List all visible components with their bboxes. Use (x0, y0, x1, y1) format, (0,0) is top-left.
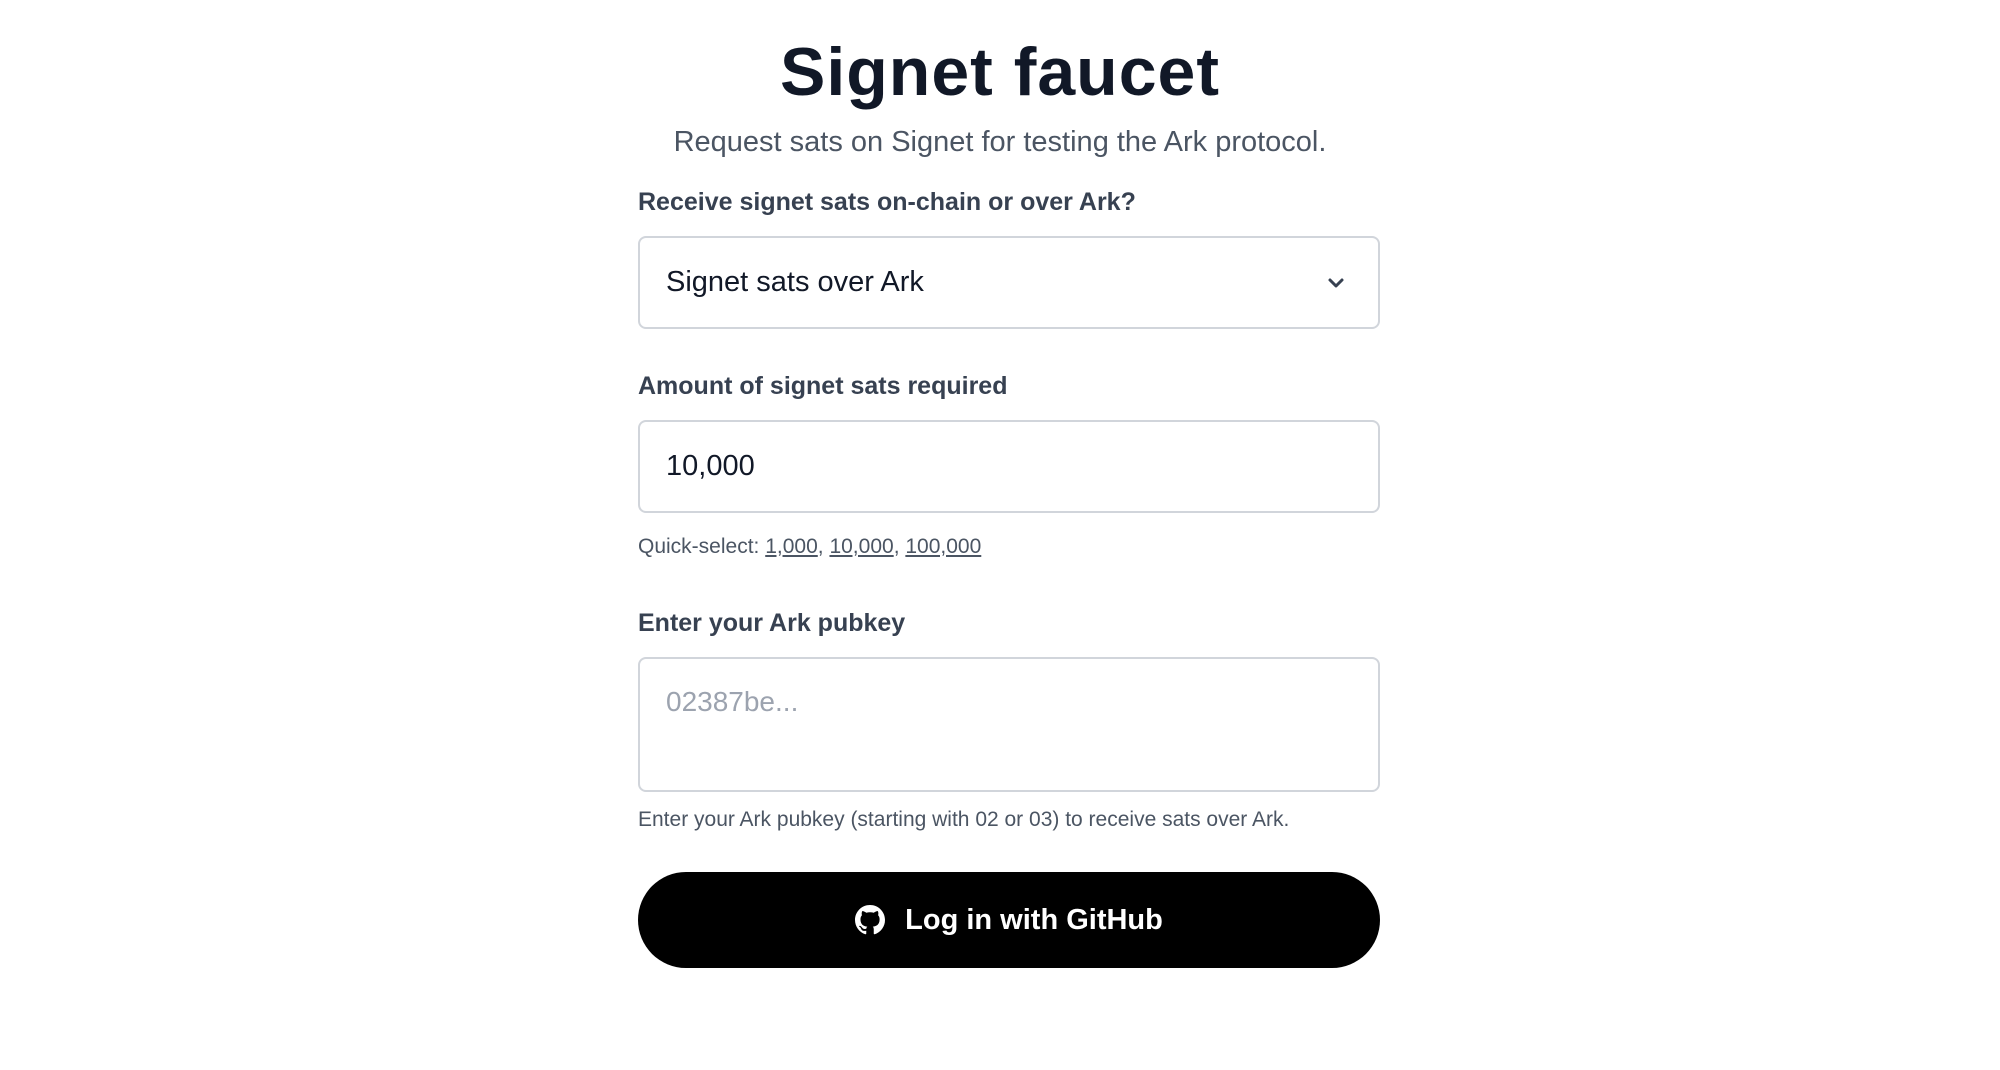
login-button-label: Log in with GitHub (905, 904, 1163, 936)
receive-method-select[interactable]: Signet sats over Ark (638, 236, 1380, 329)
page-subtitle: Request sats on Signet for testing the A… (673, 126, 1327, 158)
chevron-down-icon (1328, 278, 1344, 288)
amount-label: Amount of signet sats required (638, 372, 1008, 400)
pubkey-label: Enter your Ark pubkey (638, 609, 906, 637)
page: Signet faucet Request sats on Signet for… (0, 0, 2000, 1070)
receive-method-label: Receive signet sats on-chain or over Ark… (638, 188, 1136, 216)
quick-select-option-100000[interactable]: 100,000 (905, 535, 981, 558)
faucet-form: Receive signet sats on-chain or over Ark… (638, 186, 1380, 968)
pubkey-input[interactable]: 02387be... (638, 657, 1380, 792)
github-icon (855, 905, 886, 935)
receive-method-selected-value: Signet sats over Ark (666, 266, 924, 298)
login-with-github-button[interactable]: Log in with GitHub (638, 872, 1380, 968)
quick-select-option-1000[interactable]: 1,000 (765, 535, 818, 558)
quick-select-option-10000[interactable]: 10,000 (829, 535, 893, 558)
quick-select-label: Quick-select: (638, 535, 760, 558)
page-header: Signet faucet Request sats on Signet for… (0, 34, 2000, 160)
amount-input[interactable]: 10,000 (638, 420, 1380, 513)
quick-select: Quick-select: 1,000, 10,000, 100,000 (638, 535, 982, 558)
pubkey-help-text: Enter your Ark pubkey (starting with 02 … (638, 808, 1290, 831)
page-title: Signet faucet (780, 34, 1220, 110)
